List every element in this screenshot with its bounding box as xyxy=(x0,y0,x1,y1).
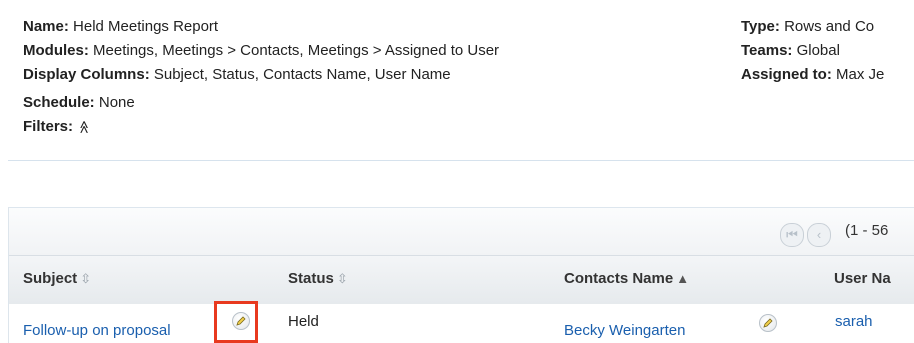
column-header-user-name[interactable]: User Na xyxy=(834,270,891,287)
table-row: Follow-up on proposal Held Becky Weingar… xyxy=(9,304,914,343)
prev-page-icon[interactable]: ‹ xyxy=(807,223,831,247)
table-header: Subject ⇳ Status ⇳ Contacts Name ▲ User Na xyxy=(9,255,914,305)
first-page-icon[interactable]: ⏮ xyxy=(780,223,804,247)
highlight-box xyxy=(214,301,258,343)
edit-pencil-icon[interactable] xyxy=(759,314,777,332)
sort-icon: ⇳ xyxy=(80,271,92,286)
report-assigned-to: Assigned to: Max Je xyxy=(741,66,885,83)
status-cell: Held xyxy=(288,313,319,330)
report-schedule: Schedule: None xyxy=(23,94,135,111)
report-filters: Filters: ≪ xyxy=(23,118,92,135)
sort-ascending-icon: ▲ xyxy=(676,271,690,286)
pagination-range: (1 - 56 xyxy=(845,222,889,239)
report-type: Type: Rows and Co xyxy=(741,18,875,35)
report-modules: Modules: Meetings, Meetings > Contacts, … xyxy=(23,42,500,59)
report-summary: Name: Held Meetings Report Modules: Meet… xyxy=(0,0,914,161)
summary-divider xyxy=(8,160,914,161)
column-header-subject[interactable]: Subject ⇳ xyxy=(23,270,91,287)
subject-link[interactable]: Follow-up on proposal xyxy=(23,322,171,339)
user-link[interactable]: sarah xyxy=(835,313,873,330)
report-teams: Teams: Global xyxy=(741,42,840,59)
sort-icon: ⇳ xyxy=(336,271,348,286)
pagination-bar: ⏮ ‹ (1 - 56 xyxy=(9,208,914,255)
contact-link[interactable]: Becky Weingarten xyxy=(564,322,685,339)
report-results-table: ⏮ ‹ (1 - 56 Subject ⇳ Status ⇳ Contacts Na… xyxy=(8,207,914,343)
column-header-contacts-name[interactable]: Contacts Name ▲ xyxy=(564,270,689,287)
report-display-columns: Display Columns: Subject, Status, Contac… xyxy=(23,66,451,83)
column-header-status[interactable]: Status ⇳ xyxy=(288,270,348,287)
filters-toggle-icon[interactable]: ≪ xyxy=(76,120,92,134)
report-name: Name: Held Meetings Report xyxy=(23,18,219,35)
